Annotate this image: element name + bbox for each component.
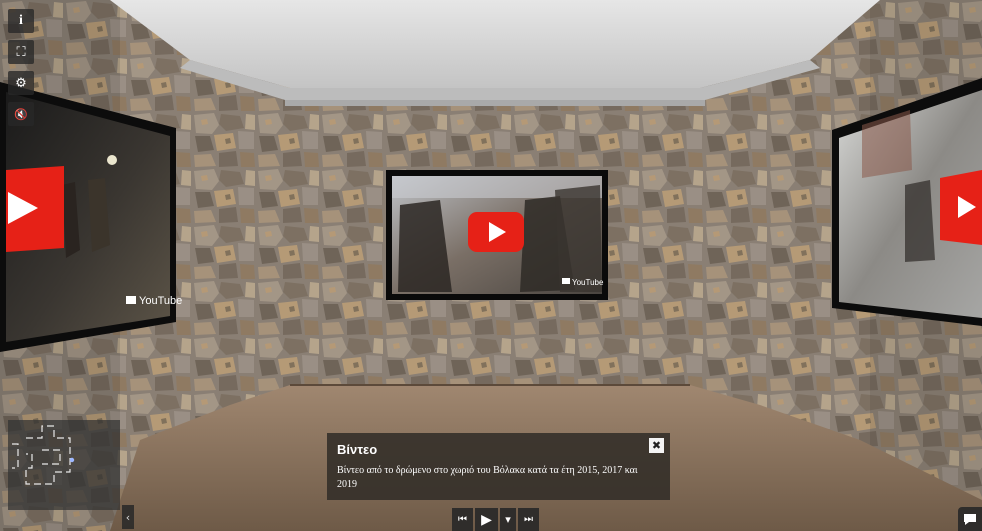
fullscreen-button[interactable]: ⛶: [8, 40, 34, 64]
video-frame-center[interactable]: YouTube: [386, 170, 608, 300]
youtube-logo-center: YouTube: [572, 278, 604, 287]
close-icon: ✖: [651, 439, 662, 452]
play-button[interactable]: ▶: [475, 508, 498, 531]
minimap-floorplan-icon: [12, 425, 75, 485]
chat-button[interactable]: [958, 507, 982, 531]
previous-button[interactable]: ⏮: [452, 508, 473, 531]
mute-icon: 🔇: [14, 107, 28, 121]
fullscreen-icon: ⛶: [16, 44, 26, 60]
settings-button[interactable]: ⚙: [8, 71, 34, 95]
info-panel-description: Βίντεο από το δρώμενο στο χωριό του Βόλα…: [337, 465, 638, 490]
next-button[interactable]: ⏭: [518, 508, 539, 531]
play-icon: ▶: [481, 511, 492, 528]
info-panel: Βίντεο Βίντεο από το δρώμενο στο χωριό τ…: [327, 433, 670, 500]
info-icon: i: [19, 13, 23, 28]
info-button[interactable]: i: [8, 9, 34, 33]
play-options-dropdown[interactable]: ▾: [500, 508, 516, 531]
info-panel-title: Βίντεο: [337, 442, 378, 457]
minimap[interactable]: [8, 420, 120, 510]
youtube-logo-left: YouTube: [139, 295, 182, 307]
skip-previous-icon: ⏮: [458, 514, 467, 525]
skip-next-icon: ⏭: [524, 514, 533, 525]
gear-icon: ⚙: [15, 75, 27, 91]
chevron-left-icon: ‹: [125, 510, 131, 524]
virtual-gallery-viewport[interactable]: YouTube YouTube i ⛶ ⚙ 🔇 ‹ Βίντεο Βίντεο …: [0, 0, 982, 531]
minimap-toggle-button[interactable]: ‹: [122, 505, 134, 529]
chevron-down-icon: ▾: [505, 513, 511, 526]
close-button[interactable]: ✖: [649, 438, 664, 453]
media-controls: ⏮ ▶ ▾ ⏭: [452, 508, 539, 531]
chat-bubble-icon: [964, 514, 976, 525]
mute-button[interactable]: 🔇: [8, 102, 34, 126]
